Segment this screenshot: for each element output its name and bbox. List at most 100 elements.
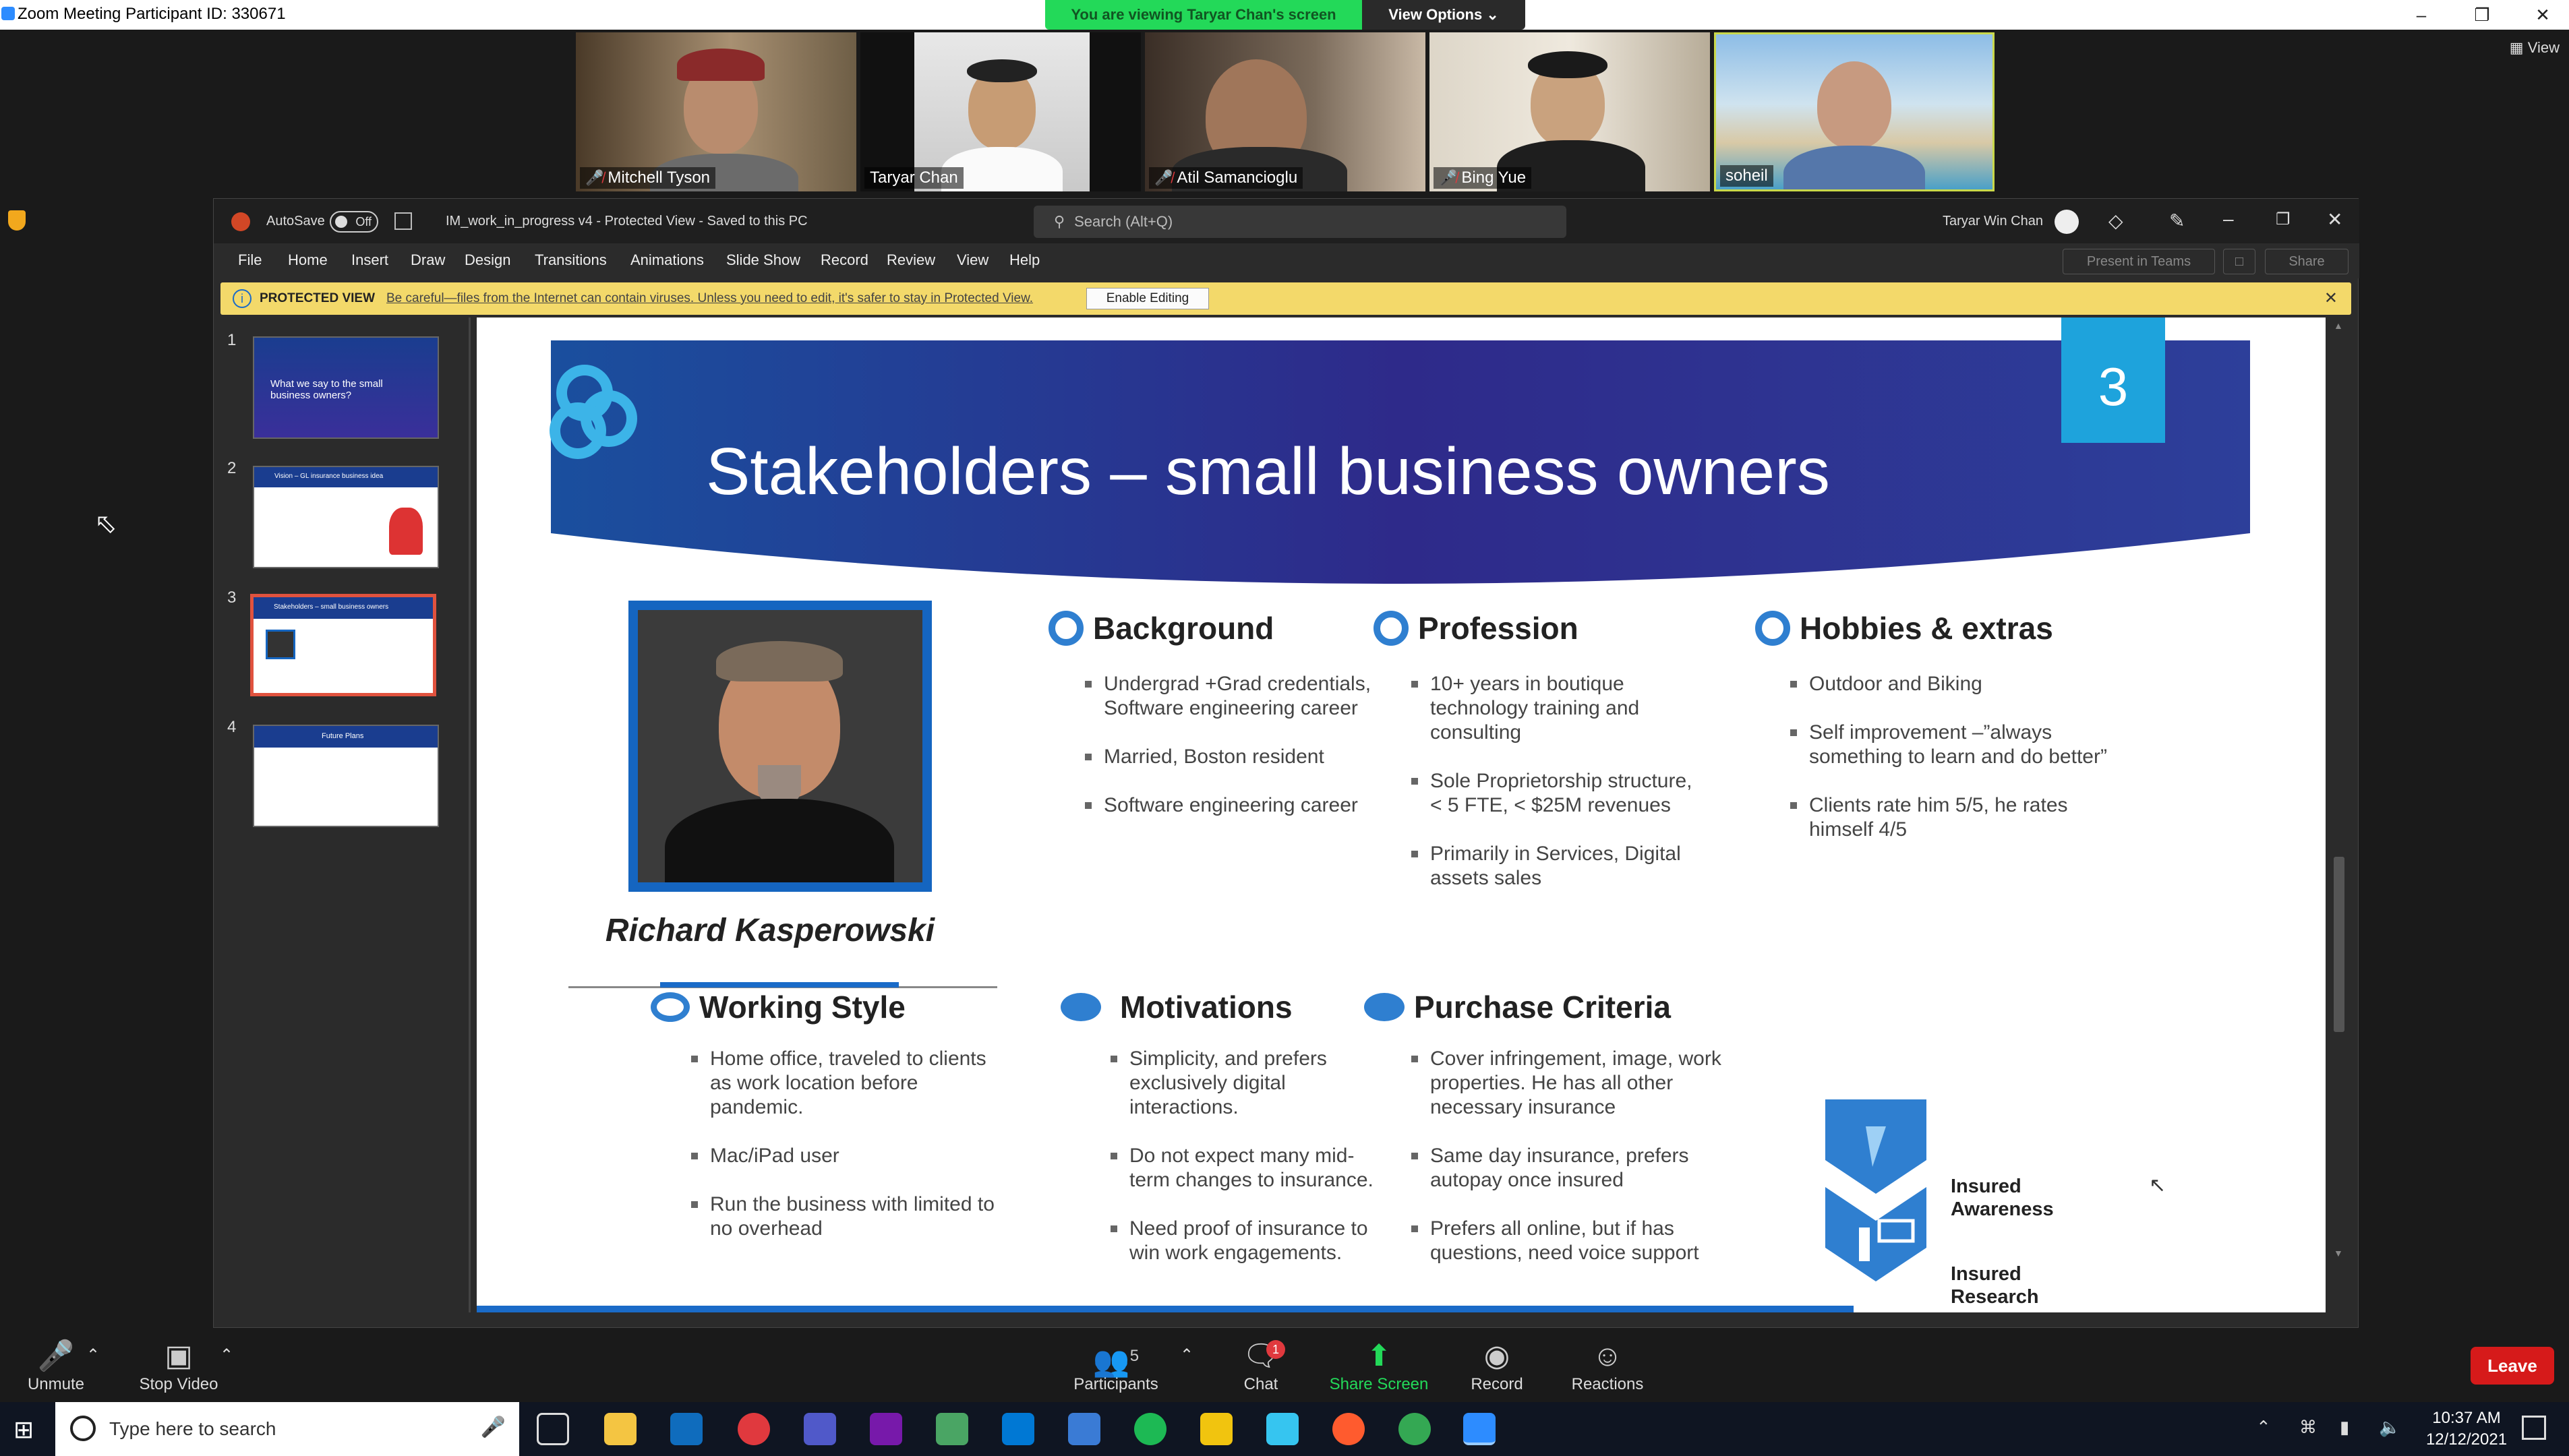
participant-video-mitchell[interactable]: 🎤̸ Mitchell Tyson [576,32,856,191]
menu-view[interactable]: View [957,251,988,269]
grid-icon: ▦ [2509,39,2524,56]
close-icon[interactable]: ✕ [2327,208,2342,231]
participant-video-soheil[interactable]: soheil [1714,32,1995,191]
outlook-icon[interactable] [670,1413,703,1445]
section-heading-profession: Profession [1374,610,1578,646]
menu-transitions[interactable]: Transitions [535,251,607,269]
search-input[interactable]: ⚲ Search (Alt+Q) [1034,206,1566,238]
menu-record[interactable]: Record [821,251,868,269]
menu-insert[interactable]: Insert [351,251,388,269]
save-icon[interactable] [394,212,412,230]
microphone-icon[interactable]: 🎤 [481,1416,506,1439]
view-button[interactable]: ▦ View [2510,39,2560,57]
search-placeholder: Search (Alt+Q) [1074,213,1173,230]
menu-home[interactable]: Home [288,251,328,269]
stop-video-button[interactable]: ▣ Stop Video [135,1337,223,1394]
restore-icon[interactable]: ❐ [2276,210,2291,229]
notifications-icon[interactable] [2522,1416,2546,1440]
postman-icon[interactable] [1332,1413,1365,1445]
reactions-button[interactable]: ☺ Reactions [1568,1337,1647,1394]
unmute-label: Unmute [27,1375,85,1393]
participant-name: Taryar Chan [870,169,958,187]
chevron-up-icon[interactable]: ⌃ [2256,1417,2271,1438]
task-view-icon[interactable] [537,1413,569,1445]
avatar[interactable] [2055,210,2079,234]
powerpoint-logo-icon [231,212,250,231]
close-icon[interactable]: ✕ [2324,289,2338,308]
participant-video-bing[interactable]: 🎤̸ Bing Yue [1429,32,1710,191]
record-button[interactable]: ◉ Record [1463,1337,1531,1394]
slide-thumbnail-2[interactable]: Vision – GL insurance business idea [253,466,439,568]
remote-desktop-icon[interactable] [1068,1413,1100,1445]
list-item: Same day insurance, prefers autopay once… [1410,1144,1727,1192]
menu-file[interactable]: File [238,251,262,269]
slide-number-badge: 3 [2061,317,2165,443]
chrome-icon[interactable] [738,1413,770,1445]
teams-icon[interactable] [804,1413,836,1445]
vscode-icon[interactable] [1002,1413,1034,1445]
spotify-icon[interactable] [1134,1413,1167,1445]
thumbnail-number: 3 [227,588,237,607]
taskbar-search-input[interactable]: Type here to search 🎤 [55,1402,519,1456]
menu-design[interactable]: Design [465,251,510,269]
present-in-teams-button[interactable]: Present in Teams [2063,249,2215,274]
wifi-icon[interactable]: ⌘ [2299,1417,2317,1438]
video-options-chevron-icon[interactable]: ⌃ [220,1345,233,1365]
vertical-scrollbar[interactable]: ▲ ▼ [2331,317,2347,1312]
restore-icon[interactable]: ❐ [2452,0,2512,30]
audio-options-chevron-icon[interactable]: ⌃ [86,1345,100,1365]
pane-divider[interactable] [469,317,471,1312]
unmute-button[interactable]: 🎤 Unmute [19,1337,93,1394]
clock[interactable]: 10:37 AM 12/12/2021 [2421,1407,2512,1451]
battery-icon[interactable]: ▮ [2340,1417,2349,1438]
zoom-taskbar-icon[interactable] [1463,1413,1496,1445]
scroll-up-icon[interactable]: ▲ [2334,320,2343,331]
minimize-icon[interactable]: – [2223,208,2234,230]
thumbnail-number: 1 [227,331,237,349]
menu-animations[interactable]: Animations [630,251,704,269]
slide-canvas[interactable]: 3 Stakeholders – small business owners R… [477,317,2326,1312]
participants-button[interactable]: 👥5 Participants [1065,1337,1167,1394]
list-item: Simplicity, and prefers exclusively digi… [1109,1047,1392,1120]
file-explorer-icon[interactable] [604,1413,637,1445]
leave-button[interactable]: Leave [2471,1347,2554,1385]
scroll-down-icon[interactable]: ▼ [2334,1248,2343,1258]
view-options-button[interactable]: View Options ⌄ [1362,0,1525,30]
autosave-label: AutoSave [266,214,325,229]
protected-warning-link[interactable]: Be careful—files from the Internet can c… [386,291,1033,306]
enable-editing-button[interactable]: Enable Editing [1086,288,1209,309]
chat-button[interactable]: 🗨 1 Chat [1227,1337,1295,1394]
comments-icon[interactable]: □ [2223,249,2255,274]
search-icon [70,1416,96,1441]
scrollbar-thumb[interactable] [2334,857,2344,1032]
participant-name-tag: soheil [1720,165,1773,187]
snip-tool-icon[interactable] [936,1413,968,1445]
working-style-list: Home office, traveled to clients as work… [690,1047,1007,1265]
close-icon[interactable]: ✕ [2512,0,2569,30]
list-item: Self improvement –”always something to l… [1789,721,2126,769]
windows-start-icon[interactable]: ⊞ [13,1416,34,1444]
share-screen-button[interactable]: ⬆ Share Screen [1322,1337,1436,1394]
menu-slide-show[interactable]: Slide Show [726,251,800,269]
pen-icon[interactable]: ✎ [2169,210,2185,232]
participant-video-taryar[interactable]: Taryar Chan [860,32,1141,191]
volume-icon[interactable]: 🔈 [2379,1417,2400,1438]
slide-thumbnail-3[interactable]: Stakeholders – small business owners [250,594,436,696]
sourcetree-icon[interactable] [1200,1413,1233,1445]
menu-review[interactable]: Review [887,251,935,269]
share-button[interactable]: Share [2265,249,2349,274]
slack-icon[interactable] [1266,1413,1299,1445]
participants-chevron-icon[interactable]: ⌃ [1180,1345,1193,1365]
chrome-profile-icon[interactable] [1398,1413,1431,1445]
list-item: Run the business with limited to no over… [690,1192,1007,1241]
menu-help[interactable]: Help [1009,251,1040,269]
slide-thumbnail-1[interactable]: What we say to the small business owners… [253,336,439,439]
minimize-icon[interactable]: – [2391,0,2452,30]
menu-draw[interactable]: Draw [411,251,445,269]
onenote-icon[interactable] [870,1413,902,1445]
participant-video-atil[interactable]: 🎤̸ Atil Samancioglu [1145,32,1425,191]
diamond-icon[interactable]: ◇ [2108,210,2123,232]
security-shield-icon[interactable] [8,210,26,231]
slide-thumbnail-4[interactable]: Future Plans [253,725,439,827]
autosave-toggle[interactable]: Off [330,211,378,233]
